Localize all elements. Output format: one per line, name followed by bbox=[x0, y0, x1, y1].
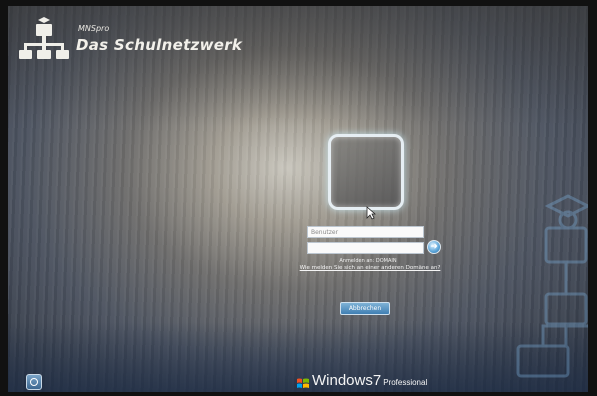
brand-title: Das Schulnetzwerk bbox=[76, 36, 243, 54]
os-name: Windows bbox=[312, 372, 373, 389]
username-input[interactable]: Benutzer bbox=[307, 226, 424, 238]
other-domain-help-link[interactable]: Wie melden Sie sich an einer anderen Dom… bbox=[295, 265, 445, 271]
user-tile[interactable] bbox=[328, 134, 404, 210]
mouse-cursor-icon bbox=[366, 206, 376, 220]
password-input[interactable] bbox=[307, 242, 424, 254]
login-screen: MNSpro Das Schulnetzwerk Benutzer ➜ Anme… bbox=[8, 6, 588, 392]
background-network-illustration bbox=[516, 194, 588, 378]
ease-of-access-button[interactable] bbox=[26, 374, 42, 390]
school-network-logo-icon bbox=[19, 17, 69, 59]
product-name: MNSpro bbox=[78, 24, 110, 33]
submit-arrow-button[interactable]: ➜ bbox=[427, 240, 441, 254]
windows-logo-icon bbox=[297, 378, 309, 388]
os-edition: Professional bbox=[383, 378, 428, 387]
ease-of-access-icon bbox=[30, 378, 38, 386]
windows-branding: Windows7 Professional bbox=[312, 372, 427, 389]
os-version: 7 bbox=[372, 372, 382, 389]
domain-notice: Anmelden an: DOMAIN bbox=[339, 258, 397, 264]
arrow-right-icon: ➜ bbox=[430, 242, 438, 252]
cancel-button[interactable]: Abbrechen bbox=[340, 302, 390, 315]
